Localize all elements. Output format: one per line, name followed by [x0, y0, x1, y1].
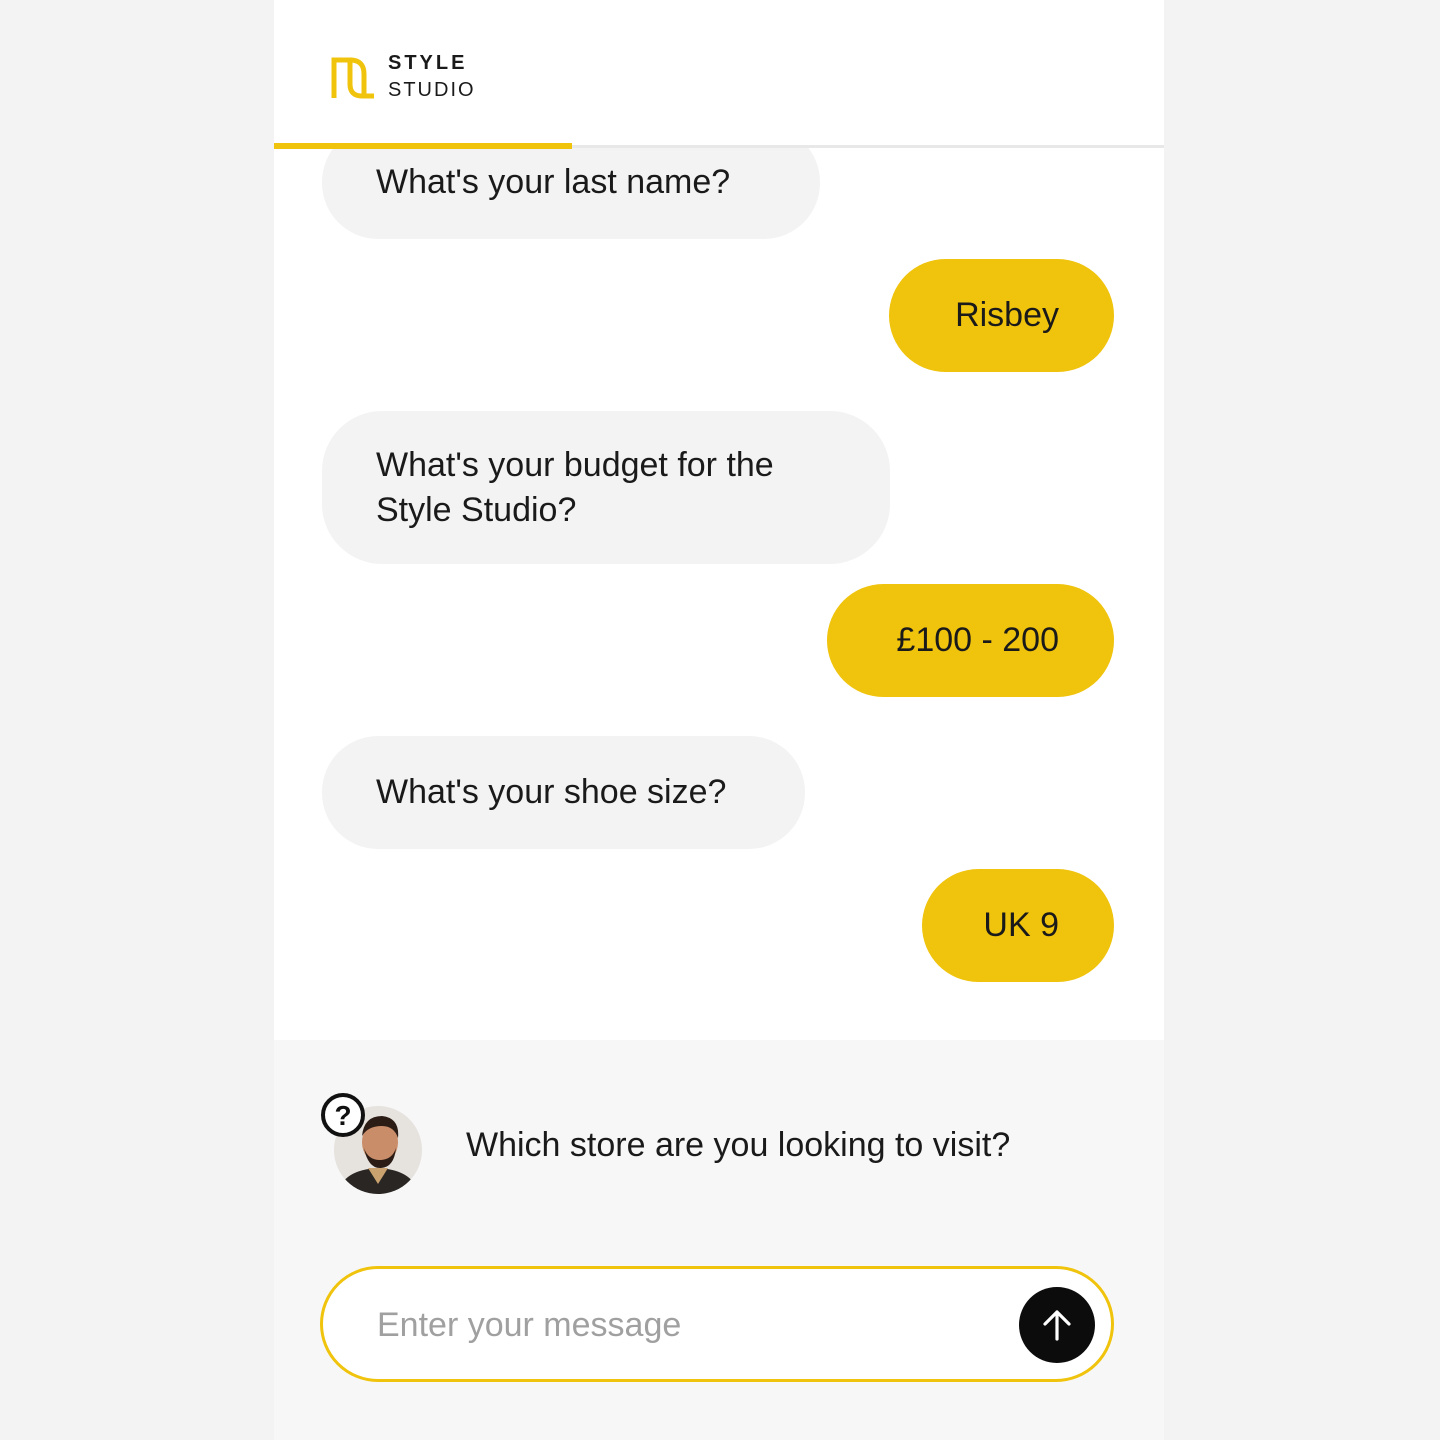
- current-question: Which store are you looking to visit?: [466, 1126, 1011, 1164]
- brand-name-line2: STUDIO: [388, 79, 476, 101]
- message-input-container: [320, 1266, 1114, 1382]
- user-message: Risbey: [889, 259, 1114, 372]
- send-button[interactable]: [1019, 1287, 1095, 1363]
- chat-window: What's your last name? Risbey What's you…: [274, 0, 1164, 1440]
- user-message: UK 9: [922, 869, 1114, 982]
- agent-avatar: ?: [321, 1093, 424, 1194]
- composer-area: ? Which store are you looking to visit?: [274, 1040, 1164, 1440]
- message-input[interactable]: [375, 1293, 999, 1357]
- bot-message: What's your shoe size?: [322, 736, 805, 849]
- progress-bar: [274, 143, 573, 149]
- svg-text:?: ?: [334, 1100, 351, 1131]
- brand-mark-icon: [331, 57, 374, 99]
- arrow-up-icon: [1043, 1310, 1071, 1341]
- user-message: £100 - 200: [827, 584, 1114, 697]
- header: STYLE STUDIO: [274, 0, 1164, 148]
- chat-thread[interactable]: What's your last name? Risbey What's you…: [274, 0, 1164, 1040]
- brand-logo[interactable]: STYLE STUDIO: [330, 52, 490, 102]
- help-question-icon: ?: [321, 1093, 365, 1137]
- bot-message: What's your budget for the Style Studio?: [322, 411, 890, 564]
- brand-name-line1: STYLE: [388, 52, 468, 74]
